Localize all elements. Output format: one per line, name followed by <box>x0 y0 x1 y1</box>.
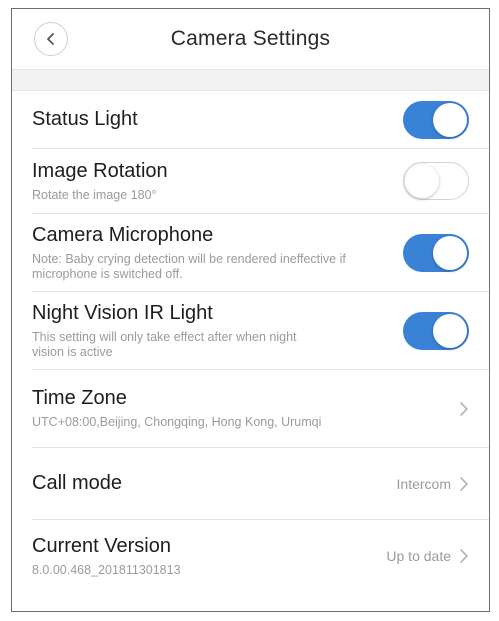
back-button[interactable] <box>34 22 68 56</box>
chevron-left-icon <box>47 33 54 45</box>
setting-row-time-zone[interactable]: Time Zone UTC+08:00,Beijing, Chongqing, … <box>32 370 489 448</box>
setting-row-call-mode[interactable]: Call mode Intercom <box>32 448 489 520</box>
page-title: Camera Settings <box>170 27 331 50</box>
settings-list: Status Light Image Rotation Rotate the i… <box>12 91 489 592</box>
camera-microphone-label: Camera Microphone <box>32 223 214 246</box>
toggle-knob <box>405 163 439 198</box>
nav-header: Camera Settings <box>12 9 489 69</box>
night-vision-description: This setting will only take effect after… <box>32 329 297 359</box>
toggle-knob <box>433 313 467 348</box>
setting-row-night-vision: Night Vision IR Light This setting will … <box>32 292 489 370</box>
version-status: Up to date <box>386 548 451 564</box>
image-rotation-label: Image Rotation <box>32 159 168 182</box>
phone-frame: Camera Settings Status Light Image Rotat… <box>11 8 490 612</box>
call-mode-label: Call mode <box>32 472 123 494</box>
status-light-toggle[interactable] <box>403 100 469 139</box>
chevron-right-icon <box>459 401 469 417</box>
toggle-knob <box>433 102 467 137</box>
status-light-label: Status Light <box>32 108 138 130</box>
call-mode-value: Intercom <box>396 475 451 492</box>
setting-row-current-version[interactable]: Current Version 8.0.00.468_201811301813 … <box>32 520 489 592</box>
image-rotation-toggle[interactable] <box>403 162 469 200</box>
camera-microphone-description: Note: Baby crying detection will be rend… <box>32 251 346 281</box>
image-rotation-description: Rotate the image 180° <box>32 187 157 202</box>
chevron-right-icon <box>459 476 469 492</box>
setting-row-image-rotation: Image Rotation Rotate the image 180° <box>32 149 489 214</box>
section-divider <box>12 69 489 91</box>
current-version-number: 8.0.00.468_201811301813 <box>32 562 181 577</box>
camera-microphone-toggle[interactable] <box>403 233 469 272</box>
night-vision-label: Night Vision IR Light <box>32 301 213 324</box>
time-zone-value: UTC+08:00,Beijing, Chongqing, Hong Kong,… <box>32 415 322 429</box>
night-vision-toggle[interactable] <box>403 311 469 350</box>
toggle-knob <box>433 235 467 270</box>
current-version-label: Current Version <box>32 534 171 557</box>
time-zone-label: Time Zone <box>32 387 127 409</box>
setting-row-camera-microphone: Camera Microphone Note: Baby crying dete… <box>32 214 489 292</box>
setting-row-status-light: Status Light <box>32 91 489 149</box>
chevron-right-icon <box>459 548 469 564</box>
